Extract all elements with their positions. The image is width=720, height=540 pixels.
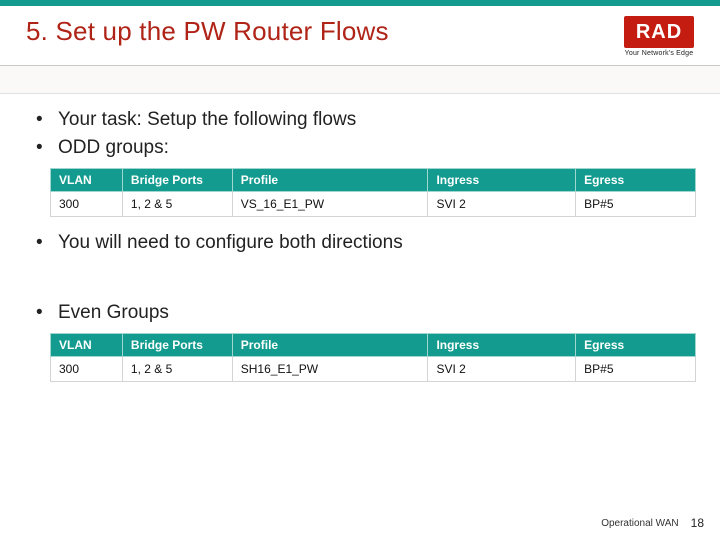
cell-vlan: 300 <box>51 357 123 382</box>
logo-block: RAD Your Network's Edge <box>624 16 694 57</box>
cell-vlan: 300 <box>51 192 123 217</box>
logo-tagline: Your Network's Edge <box>624 50 694 57</box>
table-row: 300 1, 2 & 5 VS_16_E1_PW SVI 2 BP#5 <box>51 192 696 217</box>
col-header-vlan: VLAN <box>51 334 123 357</box>
col-header-ingress: Ingress <box>428 334 576 357</box>
col-header-egress: Egress <box>576 169 696 192</box>
table-odd-groups: VLAN Bridge Ports Profile Ingress Egress… <box>50 168 696 217</box>
bullet-item: You will need to configure both directio… <box>36 229 690 257</box>
col-header-profile: Profile <box>232 334 428 357</box>
cell-profile: VS_16_E1_PW <box>232 192 428 217</box>
cell-egress: BP#5 <box>576 192 696 217</box>
cell-bridge-ports: 1, 2 & 5 <box>122 192 232 217</box>
table-header-row: VLAN Bridge Ports Profile Ingress Egress <box>51 169 696 192</box>
bullets-low: Even Groups <box>36 299 690 327</box>
bullets-top: Your task: Setup the following flows ODD… <box>36 106 690 162</box>
table-even-groups: VLAN Bridge Ports Profile Ingress Egress… <box>50 333 696 382</box>
content: Your task: Setup the following flows ODD… <box>0 94 720 382</box>
header: 5. Set up the PW Router Flows RAD Your N… <box>0 6 720 66</box>
bullet-item: Even Groups <box>36 299 690 327</box>
rad-logo: RAD <box>624 16 694 48</box>
table-header-row: VLAN Bridge Ports Profile Ingress Egress <box>51 334 696 357</box>
slide: 5. Set up the PW Router Flows RAD Your N… <box>0 0 720 540</box>
cell-profile: SH16_E1_PW <box>232 357 428 382</box>
page-number: 18 <box>691 516 704 530</box>
cell-egress: BP#5 <box>576 357 696 382</box>
table-row: 300 1, 2 & 5 SH16_E1_PW SVI 2 BP#5 <box>51 357 696 382</box>
col-header-ingress: Ingress <box>428 169 576 192</box>
logo-text: RAD <box>636 21 682 44</box>
cell-bridge-ports: 1, 2 & 5 <box>122 357 232 382</box>
cell-ingress: SVI 2 <box>428 357 576 382</box>
col-header-vlan: VLAN <box>51 169 123 192</box>
bullet-item: Your task: Setup the following flows <box>36 106 690 134</box>
col-header-bridge-ports: Bridge Ports <box>122 334 232 357</box>
col-header-profile: Profile <box>232 169 428 192</box>
col-header-egress: Egress <box>576 334 696 357</box>
page-title: 5. Set up the PW Router Flows <box>26 16 389 47</box>
footer-label: Operational WAN <box>601 518 678 529</box>
col-header-bridge-ports: Bridge Ports <box>122 169 232 192</box>
subheader-band <box>0 66 720 94</box>
spacer <box>30 263 690 299</box>
bullets-mid: You will need to configure both directio… <box>36 229 690 257</box>
footer: Operational WAN 18 <box>601 516 704 530</box>
cell-ingress: SVI 2 <box>428 192 576 217</box>
bullet-item: ODD groups: <box>36 134 690 162</box>
